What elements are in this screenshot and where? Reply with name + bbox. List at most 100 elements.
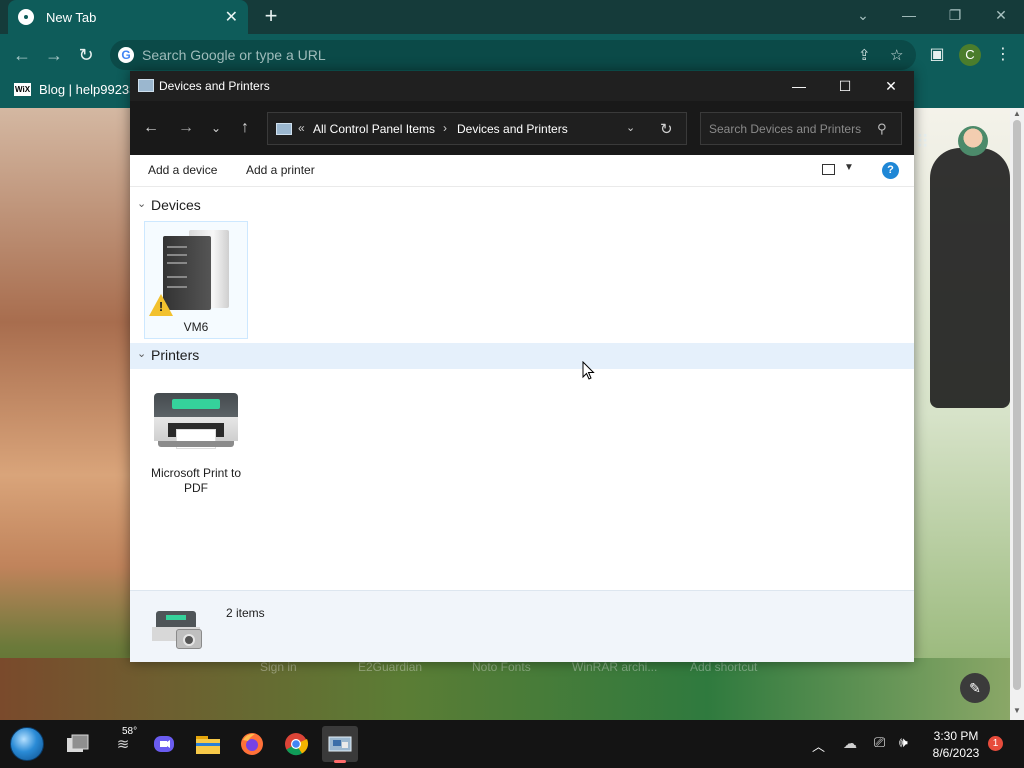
back-icon[interactable]: ← [138, 117, 164, 139]
device-name: VM6 [183, 320, 209, 334]
help-icon[interactable]: ? [882, 162, 899, 179]
omnibox-placeholder: Search Google or type a URL [142, 47, 326, 63]
browser-tab-strip: New Tab ✕ + ⌄ — ❐ ✕ [0, 0, 1024, 34]
tab-new-tab[interactable]: New Tab ✕ [8, 0, 248, 34]
breadcrumb-overflow[interactable]: « [298, 121, 305, 135]
devices-printers-window: Devices and Printers — ☐ ✕ ← → ⌄ ↑ « All… [130, 71, 914, 662]
chrome-app-icon[interactable] [282, 730, 310, 758]
new-tab-button[interactable]: + [258, 4, 284, 30]
clock-date: 8/6/2023 [932, 746, 980, 760]
chevron-down-icon[interactable]: ⌄ [137, 197, 146, 210]
recent-locations-icon[interactable]: ⌄ [203, 117, 229, 139]
device-vm6[interactable]: ! VM6 [144, 221, 248, 339]
scroll-down-icon[interactable]: ▼ [1010, 706, 1024, 715]
google-account-avatar[interactable] [958, 126, 988, 156]
google-apps-icon[interactable]: ⠿ [916, 132, 929, 153]
devices-and-printers-icon [150, 607, 206, 655]
window-title: Devices and Printers [159, 79, 270, 93]
network-icon[interactable]: ⎚ [874, 734, 885, 751]
customize-edit-icon[interactable]: ✎ [960, 673, 990, 703]
profile-avatar[interactable]: C [959, 44, 981, 66]
reload-icon[interactable]: ↻ [73, 42, 99, 68]
group-header-printers[interactable]: ⌄ Printers [130, 343, 914, 369]
group-label: Printers [151, 347, 200, 363]
forward-icon[interactable]: → [41, 42, 67, 68]
page-scrollbar[interactable]: ▲ ▼ [1010, 108, 1024, 720]
search-box[interactable]: ⚲ [700, 112, 902, 145]
search-icon[interactable]: ⚲ [877, 121, 887, 137]
scroll-up-icon[interactable]: ▲ [1010, 109, 1024, 118]
breadcrumb[interactable]: « All Control Panel Items › Devices and … [267, 112, 687, 145]
start-button[interactable] [10, 727, 44, 761]
shortcut-add[interactable]: Add shortcut [690, 660, 757, 674]
details-pane: 2 items [130, 590, 914, 662]
devices-printers-taskbar-button[interactable] [322, 726, 358, 763]
onedrive-offline-icon[interactable]: ☁ [843, 735, 857, 752]
maximize-button[interactable]: ☐ [822, 71, 868, 101]
clock-time: 3:30 PM [933, 729, 979, 743]
add-printer-button[interactable]: Add a printer [246, 163, 315, 177]
warning-mark: ! [158, 299, 164, 314]
chevron-down-icon[interactable]: ⌄ [626, 121, 635, 134]
tab-title: New Tab [46, 9, 97, 25]
wix-icon: WiX [14, 83, 32, 96]
browser-toolbar: ← → ↻ G Search Google or type a URL ⇪ ☆ … [0, 34, 1024, 76]
printer-name: Microsoft Print to PDF [150, 466, 242, 495]
command-bar: Add a device Add a printer ▼ ? [130, 155, 914, 187]
minimize-button[interactable]: — [776, 71, 822, 101]
chrome-icon [18, 9, 34, 25]
group-header-devices[interactable]: ⌄ Devices [130, 193, 914, 219]
weather-widget[interactable]: ≋ 58° [108, 726, 138, 758]
side-panel-icon[interactable]: ▣ [924, 42, 950, 68]
crumb-devices-and-printers[interactable]: Devices and Printers [457, 122, 568, 136]
share-icon[interactable]: ⇪ [858, 46, 871, 64]
shortcut-noto-fonts[interactable]: Noto Fonts [472, 660, 531, 674]
scrollbar-thumb[interactable] [1013, 120, 1021, 690]
printer-microsoft-print-to-pdf[interactable]: Microsoft Print to PDF [144, 381, 248, 501]
add-device-button[interactable]: Add a device [148, 163, 217, 177]
content-pane: ⌄ Devices ! VM6 ⌄ Printers Microsoft Pri… [130, 188, 914, 590]
search-input[interactable] [709, 120, 869, 138]
notification-badge[interactable]: 1 [988, 736, 1003, 751]
address-bar[interactable]: G Search Google or type a URL ⇪ ☆ [110, 40, 916, 70]
restore-browser-button[interactable]: ❐ [937, 4, 973, 26]
clock[interactable]: 3:30 PM 8/6/2023 [924, 729, 988, 760]
bookmark-star-icon[interactable]: ☆ [890, 46, 903, 64]
show-hidden-icons-chevron-icon[interactable]: ︿ [812, 736, 825, 755]
close-button[interactable]: ✕ [868, 71, 914, 101]
task-view-icon[interactable] [64, 730, 92, 758]
browser-menu-icon[interactable]: ⋮ [990, 42, 1016, 68]
view-icon[interactable] [822, 164, 835, 175]
control-panel-icon [276, 123, 292, 135]
refresh-icon[interactable]: ↻ [660, 120, 673, 138]
forward-icon[interactable]: → [173, 117, 199, 139]
wind-icon: ≋ [116, 736, 130, 753]
volume-icon[interactable]: 🕪 [899, 734, 908, 751]
close-browser-button[interactable]: ✕ [983, 4, 1019, 26]
crumb-all-control-panel-items[interactable]: All Control Panel Items [313, 122, 435, 136]
google-icon: G [118, 47, 134, 63]
shortcut-winrar[interactable]: WinRAR archi... [572, 660, 657, 674]
firefox-icon[interactable] [238, 730, 266, 758]
minimize-browser-button[interactable]: — [891, 4, 927, 26]
meet-app-icon[interactable] [150, 730, 178, 758]
address-toolbar: ← → ⌄ ↑ « All Control Panel Items › Devi… [130, 101, 914, 155]
window-titlebar[interactable]: Devices and Printers — ☐ ✕ [130, 71, 914, 101]
group-label: Devices [151, 197, 201, 213]
shortcut-e2guardian[interactable]: E2Guardian [358, 660, 422, 674]
printer-icon [154, 393, 238, 453]
devices-printers-icon [138, 79, 154, 92]
shortcut-sign-in[interactable]: Sign in [260, 660, 297, 674]
chevron-down-icon[interactable]: ⌄ [137, 347, 146, 360]
file-explorer-icon[interactable] [194, 730, 222, 758]
tab-search-icon[interactable]: ⌄ [845, 4, 881, 26]
wallpaper-figure [930, 148, 1010, 408]
back-icon[interactable]: ← [9, 42, 35, 68]
close-tab-icon[interactable]: ✕ [225, 7, 238, 27]
bookmark-blog[interactable]: WiX Blog | help99233 [14, 82, 136, 97]
up-icon[interactable]: ↑ [232, 117, 258, 139]
chevron-right-icon[interactable]: › [443, 121, 447, 135]
taskbar: ≋ 58° ︿ ☁ ⎚ 🕪 3:30 PM 8/6/2023 [0, 720, 1024, 768]
bookmark-label: Blog | help99233 [39, 82, 137, 97]
view-options-chevron-icon[interactable]: ▼ [844, 162, 854, 173]
